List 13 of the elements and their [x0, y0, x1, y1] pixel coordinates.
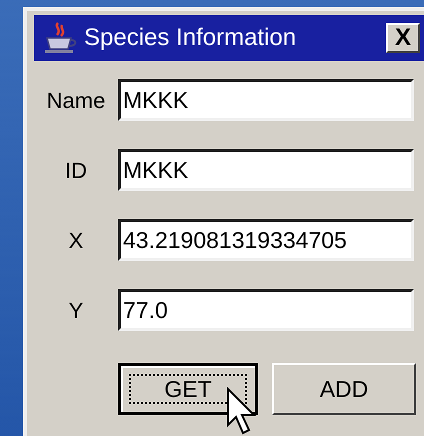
- dialog-button[interactable]: ADD: [272, 363, 416, 415]
- cup-icon: [42, 21, 78, 55]
- text-field[interactable]: 77.0: [118, 289, 414, 331]
- field-label: ID: [65, 156, 87, 184]
- field-label: Name: [46, 86, 106, 114]
- text-field[interactable]: MKKK: [118, 79, 414, 121]
- field-label: Y: [68, 296, 84, 324]
- field-label: X: [68, 226, 84, 254]
- window-title: Species Information: [84, 26, 296, 50]
- close-button[interactable]: X: [386, 23, 420, 53]
- text-field[interactable]: 43.219081319334705: [118, 219, 414, 261]
- dialog-button[interactable]: GET: [118, 363, 258, 415]
- text-field[interactable]: MKKK: [118, 149, 414, 191]
